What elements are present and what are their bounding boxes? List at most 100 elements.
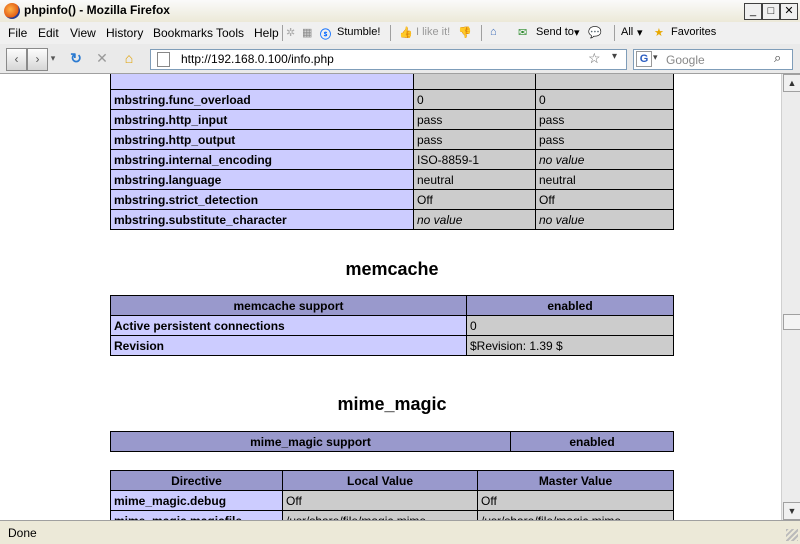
table-row xyxy=(110,74,674,90)
sendto-button[interactable]: Send to xyxy=(536,26,574,38)
support-value: enabled xyxy=(466,295,674,316)
column-header: Master Value xyxy=(477,470,674,491)
page-icon xyxy=(157,52,170,67)
window-title: phpinfo() - Mozilla Firefox xyxy=(24,3,170,17)
table-header-row: mime_magic support enabled xyxy=(110,431,674,452)
local-value: ISO-8859-1 xyxy=(413,149,536,170)
forward-button[interactable]: › xyxy=(27,48,48,71)
all-button[interactable]: All xyxy=(621,26,633,38)
history-dropdown-icon[interactable]: ▾ xyxy=(48,48,58,69)
tag-icon[interactable]: ⌂ xyxy=(490,26,497,38)
search-placeholder[interactable]: Google xyxy=(666,53,705,67)
section-title-mime-magic: mime_magic xyxy=(337,394,447,414)
setting-value: 0 xyxy=(466,315,674,336)
directive-name: mbstring.substitute_character xyxy=(110,209,414,230)
toolbar-separator xyxy=(390,25,391,41)
directive-name: mbstring.internal_encoding xyxy=(110,149,414,170)
url-bar[interactable]: http://192.168.0.100/info.php ☆ ▾ xyxy=(150,49,627,70)
master-value: no value xyxy=(535,209,674,230)
bookmark-star-icon[interactable]: ☆ xyxy=(588,50,601,67)
memcache-table: memcache support enabled Active persiste… xyxy=(110,295,674,356)
sendto-dropdown-icon[interactable]: ▾ xyxy=(574,26,580,39)
directive-name: mbstring.http_output xyxy=(110,129,414,150)
page-content: mbstring.func_overload 0 0 mbstring.http… xyxy=(0,74,781,520)
stumble-button[interactable]: Stumble! xyxy=(337,26,380,38)
menu-view[interactable]: View xyxy=(70,26,96,40)
close-button[interactable]: ✕ xyxy=(780,3,798,20)
thumbs-down-icon[interactable]: 👎 xyxy=(458,26,472,39)
no-value-text: no value xyxy=(539,152,585,167)
favorites-button[interactable]: Favorites xyxy=(671,26,716,38)
master-value: pass xyxy=(535,129,674,150)
search-icon[interactable]: ⌕ xyxy=(774,50,781,66)
local-value: no value xyxy=(413,209,536,230)
directive-name: mbstring.http_input xyxy=(110,109,414,130)
scroll-down-arrow-icon[interactable]: ▼ xyxy=(783,502,800,520)
resize-grip[interactable] xyxy=(786,529,798,541)
local-value: Off xyxy=(413,189,536,210)
support-label: mime_magic support xyxy=(110,431,511,452)
back-button[interactable]: ‹ xyxy=(6,48,27,71)
local-value: pass xyxy=(413,129,536,150)
ilike-button[interactable]: I like it! xyxy=(416,26,450,38)
menu-history[interactable]: History xyxy=(106,26,143,40)
local-value: 0 xyxy=(413,89,536,110)
setting-name: Revision xyxy=(110,335,467,356)
search-engine-dropdown-icon[interactable]: ▾ xyxy=(653,52,658,63)
column-header: Directive xyxy=(110,470,283,491)
menu-bar: File Edit View History Bookmarks Tools H… xyxy=(0,22,800,45)
toolbar-separator xyxy=(614,25,615,41)
chat-icon[interactable]: 💬 xyxy=(588,26,602,39)
scroll-up-arrow-icon[interactable]: ▲ xyxy=(783,74,800,92)
all-dropdown-icon[interactable]: ▾ xyxy=(637,26,643,39)
scrollbar-thumb[interactable] xyxy=(783,314,800,330)
no-value-text: no value xyxy=(417,212,463,227)
gear-icon[interactable]: ✲ xyxy=(286,26,295,39)
url-text[interactable]: http://192.168.0.100/info.php xyxy=(181,52,334,66)
master-value: neutral xyxy=(535,169,674,190)
stop-icon[interactable]: ✕ xyxy=(92,48,112,69)
local-value: /usr/share/file/magic.mime xyxy=(282,510,478,520)
minimize-button[interactable]: _ xyxy=(744,3,762,20)
master-value: Off xyxy=(477,490,674,511)
stumbleupon-icon: ⓢ xyxy=(320,29,331,41)
toolbar-separator xyxy=(481,25,482,41)
reload-icon[interactable]: ↻ xyxy=(66,48,86,69)
star-icon: ★ xyxy=(654,27,664,39)
local-value: neutral xyxy=(413,169,536,190)
table-row: Active persistent connections 0 xyxy=(110,315,674,336)
table-row: mbstring.substitute_character no value n… xyxy=(110,209,674,230)
home-icon[interactable]: ⌂ xyxy=(118,48,140,69)
setting-value: $Revision: 1.39 $ xyxy=(466,335,674,356)
setting-name: Active persistent connections xyxy=(110,315,467,336)
local-value: Off xyxy=(282,490,478,511)
google-icon[interactable]: G xyxy=(636,51,652,67)
directive-name: mbstring.language xyxy=(110,169,414,190)
master-value: /usr/share/file/magic.mime xyxy=(477,510,674,520)
firefox-icon xyxy=(4,3,20,19)
table-row: mbstring.http_input pass pass xyxy=(110,109,674,130)
search-box[interactable]: G ▾ Google ⌕ xyxy=(633,49,793,70)
url-dropdown-icon[interactable]: ▾ xyxy=(612,51,617,62)
local-value: pass xyxy=(413,109,536,130)
grid-icon[interactable]: ▦ xyxy=(302,26,312,39)
no-value-text: no value xyxy=(539,212,585,227)
maximize-button[interactable]: □ xyxy=(762,3,780,20)
table-row: Revision $Revision: 1.39 $ xyxy=(110,335,674,356)
menu-file[interactable]: File xyxy=(8,26,27,40)
menu-tools[interactable]: Tools xyxy=(216,26,244,40)
mime-magic-directive-table: Directive Local Value Master Value mime_… xyxy=(110,470,674,520)
status-bar: Done xyxy=(0,520,800,544)
table-header-row: memcache support enabled xyxy=(110,295,674,316)
directive-name: mbstring.strict_detection xyxy=(110,189,414,210)
vertical-scrollbar[interactable]: ▲ ▼ xyxy=(781,74,800,520)
thumbs-up-icon[interactable]: 👍 xyxy=(399,26,413,39)
table-row: mbstring.language neutral neutral xyxy=(110,169,674,190)
table-row: mbstring.internal_encoding ISO-8859-1 no… xyxy=(110,149,674,170)
mbstring-table: mbstring.func_overload 0 0 mbstring.http… xyxy=(110,74,674,230)
menu-bookmarks[interactable]: Bookmarks xyxy=(153,26,213,40)
master-value: Off xyxy=(535,189,674,210)
menu-help[interactable]: Help xyxy=(254,26,279,40)
menu-edit[interactable]: Edit xyxy=(38,26,59,40)
status-text: Done xyxy=(8,526,37,540)
